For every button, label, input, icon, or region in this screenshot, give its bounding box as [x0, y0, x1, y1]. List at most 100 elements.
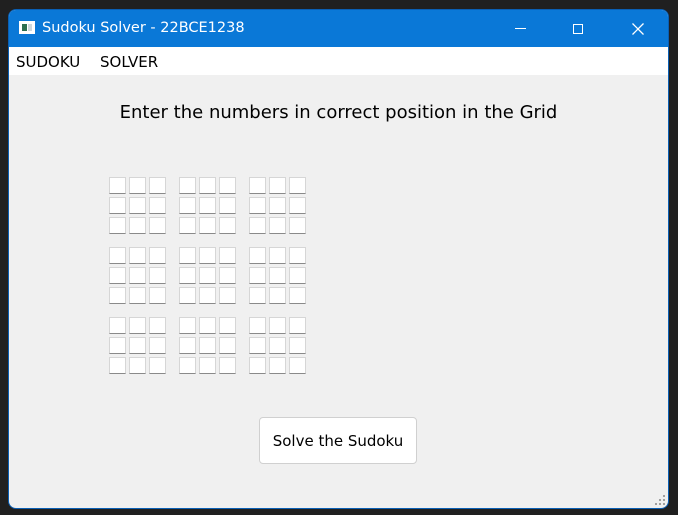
sudoku-cell-r1-c9[interactable] [289, 177, 306, 194]
sudoku-cell-r5-c3[interactable] [149, 267, 166, 284]
maximize-button[interactable] [549, 10, 607, 47]
sudoku-cell-r8-c3[interactable] [149, 337, 166, 354]
sudoku-cell-r6-c8[interactable] [269, 287, 286, 304]
sudoku-cell-r2-c4[interactable] [179, 197, 196, 214]
sudoku-cell-r8-c7[interactable] [249, 337, 266, 354]
sudoku-cell-r9-c3[interactable] [149, 357, 166, 374]
sudoku-cell-r2-c8[interactable] [269, 197, 286, 214]
sudoku-cell-r9-c6[interactable] [219, 357, 236, 374]
sudoku-cell-r8-c8[interactable] [269, 337, 286, 354]
sudoku-cell-r6-c5[interactable] [199, 287, 216, 304]
minimize-icon [514, 28, 526, 29]
menu-item-solver[interactable]: SOLVER [100, 53, 158, 71]
sudoku-cell-r1-c6[interactable] [219, 177, 236, 194]
sudoku-cell-r9-c4[interactable] [179, 357, 196, 374]
sudoku-cell-r5-c9[interactable] [289, 267, 306, 284]
sudoku-cell-r2-c1[interactable] [109, 197, 126, 214]
sudoku-cell-r9-c9[interactable] [289, 357, 306, 374]
sudoku-cell-r5-c6[interactable] [219, 267, 236, 284]
menu-bar: SUDOKU SOLVER [9, 47, 668, 75]
title-bar[interactable]: Sudoku Solver - 22BCE1238 [9, 10, 668, 47]
sudoku-cell-r5-c5[interactable] [199, 267, 216, 284]
sudoku-cell-r8-c6[interactable] [219, 337, 236, 354]
close-button[interactable] [609, 10, 667, 47]
sudoku-cell-r6-c6[interactable] [219, 287, 236, 304]
sudoku-cell-r4-c1[interactable] [109, 247, 126, 264]
minimize-button[interactable] [491, 10, 549, 47]
sudoku-cell-r6-c9[interactable] [289, 287, 306, 304]
sudoku-cell-r6-c2[interactable] [129, 287, 146, 304]
sudoku-cell-r8-c5[interactable] [199, 337, 216, 354]
sudoku-cell-r2-c2[interactable] [129, 197, 146, 214]
solve-sudoku-button[interactable]: Solve the Sudoku [259, 417, 417, 464]
app-window-icon [19, 21, 35, 34]
sudoku-cell-r9-c8[interactable] [269, 357, 286, 374]
window-title: Sudoku Solver - 22BCE1238 [42, 20, 245, 36]
sudoku-cell-r2-c5[interactable] [199, 197, 216, 214]
sudoku-cell-r4-c4[interactable] [179, 247, 196, 264]
sudoku-cell-r7-c3[interactable] [149, 317, 166, 334]
app-window: Sudoku Solver - 22BCE1238 SUDOKU SOLVER … [9, 10, 668, 508]
sudoku-cell-r7-c8[interactable] [269, 317, 286, 334]
sudoku-cell-r9-c1[interactable] [109, 357, 126, 374]
sudoku-cell-r4-c6[interactable] [219, 247, 236, 264]
sudoku-cell-r3-c7[interactable] [249, 217, 266, 234]
sudoku-cell-r1-c1[interactable] [109, 177, 126, 194]
sudoku-cell-r7-c9[interactable] [289, 317, 306, 334]
sudoku-cell-r3-c5[interactable] [199, 217, 216, 234]
sudoku-cell-r3-c6[interactable] [219, 217, 236, 234]
sudoku-cell-r5-c4[interactable] [179, 267, 196, 284]
sudoku-cell-r7-c2[interactable] [129, 317, 146, 334]
sudoku-cell-r6-c7[interactable] [249, 287, 266, 304]
sudoku-cell-r9-c2[interactable] [129, 357, 146, 374]
sudoku-cell-r4-c7[interactable] [249, 247, 266, 264]
sudoku-cell-r5-c2[interactable] [129, 267, 146, 284]
sudoku-cell-r8-c4[interactable] [179, 337, 196, 354]
sudoku-cell-r7-c7[interactable] [249, 317, 266, 334]
sudoku-cell-r1-c4[interactable] [179, 177, 196, 194]
sudoku-grid [109, 177, 309, 377]
sudoku-cell-r3-c4[interactable] [179, 217, 196, 234]
sudoku-cell-r3-c1[interactable] [109, 217, 126, 234]
sudoku-cell-r3-c9[interactable] [289, 217, 306, 234]
sudoku-cell-r8-c2[interactable] [129, 337, 146, 354]
maximize-icon [573, 23, 583, 34]
sudoku-cell-r4-c5[interactable] [199, 247, 216, 264]
sudoku-cell-r4-c2[interactable] [129, 247, 146, 264]
sudoku-cell-r2-c9[interactable] [289, 197, 306, 214]
sudoku-cell-r9-c5[interactable] [199, 357, 216, 374]
sudoku-cell-r2-c7[interactable] [249, 197, 266, 214]
menu-item-sudoku[interactable]: SUDOKU [16, 53, 80, 71]
sudoku-cell-r5-c7[interactable] [249, 267, 266, 284]
instruction-heading: Enter the numbers in correct position in… [119, 102, 558, 123]
sudoku-cell-r9-c7[interactable] [249, 357, 266, 374]
sudoku-cell-r8-c1[interactable] [109, 337, 126, 354]
sudoku-cell-r4-c8[interactable] [269, 247, 286, 264]
sudoku-cell-r6-c4[interactable] [179, 287, 196, 304]
sudoku-cell-r4-c3[interactable] [149, 247, 166, 264]
sudoku-cell-r7-c5[interactable] [199, 317, 216, 334]
sudoku-cell-r1-c2[interactable] [129, 177, 146, 194]
sudoku-cell-r2-c3[interactable] [149, 197, 166, 214]
sudoku-cell-r4-c9[interactable] [289, 247, 306, 264]
app-icon-pane-right [28, 24, 32, 31]
sudoku-cell-r1-c3[interactable] [149, 177, 166, 194]
sudoku-cell-r3-c3[interactable] [149, 217, 166, 234]
sudoku-cell-r5-c1[interactable] [109, 267, 126, 284]
sudoku-cell-r7-c1[interactable] [109, 317, 126, 334]
sudoku-cell-r1-c8[interactable] [269, 177, 286, 194]
sudoku-cell-r7-c4[interactable] [179, 317, 196, 334]
sudoku-cell-r5-c8[interactable] [269, 267, 286, 284]
sudoku-cell-r2-c6[interactable] [219, 197, 236, 214]
close-icon [632, 22, 644, 35]
sudoku-cell-r3-c8[interactable] [269, 217, 286, 234]
sudoku-cell-r1-c7[interactable] [249, 177, 266, 194]
sudoku-cell-r7-c6[interactable] [219, 317, 236, 334]
sudoku-cell-r6-c3[interactable] [149, 287, 166, 304]
sudoku-cell-r1-c5[interactable] [199, 177, 216, 194]
sudoku-cell-r3-c2[interactable] [129, 217, 146, 234]
resize-grip-icon[interactable] [655, 495, 665, 505]
sudoku-cell-r6-c1[interactable] [109, 287, 126, 304]
sudoku-cell-r8-c9[interactable] [289, 337, 306, 354]
app-icon-pane-left [22, 24, 27, 31]
